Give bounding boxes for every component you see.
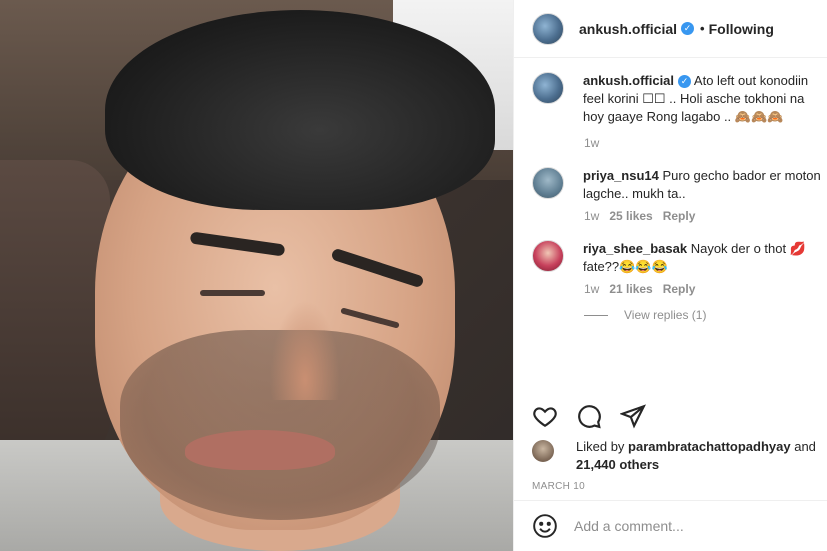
verified-icon: ✓ [678,75,692,88]
replies-divider [584,314,608,316]
comment-time[interactable]: 1w [584,282,599,296]
comment-box [514,500,827,551]
post-photo[interactable] [0,0,513,551]
comment-icon[interactable] [576,403,602,429]
post-actions [532,403,646,429]
reply-button[interactable]: Reply [663,209,696,223]
reply-button[interactable]: Reply [663,282,696,296]
comment-meta: 1w 25 likes Reply [584,209,827,223]
caption-time[interactable]: 1w [584,136,599,150]
comment-likes[interactable]: 21 likes [609,282,652,296]
post-date[interactable]: MARCH 10 [532,481,585,492]
photo-hair [105,10,495,210]
likes-summary: Liked by parambratachattopadhyay and 21,… [532,438,827,474]
view-replies-label: View replies (1) [624,308,707,322]
comment-likes[interactable]: 25 likes [609,209,652,223]
comment-text: priya_nsu14 Puro gecho bador er moton la… [583,167,827,203]
photo-mouth [185,430,335,470]
post-header: ankush.official ✓ • Following [514,0,827,58]
caption-avatar[interactable] [532,72,564,104]
comment-item: priya_nsu14 Puro gecho bador er moton la… [532,167,827,223]
author-avatar[interactable] [532,12,564,45]
caption: ankush.official ✓ Ato left out konodiin f… [532,72,827,150]
others-count[interactable]: 21,440 others [576,457,659,472]
comment-username[interactable]: riya_shee_basak [583,241,687,256]
photo-left-eye [200,290,265,296]
share-icon[interactable] [620,403,646,429]
following-button[interactable]: Following [709,21,774,37]
comment-item: riya_shee_basak Nayok der o thot 💋 fate?… [532,240,827,322]
comment-username[interactable]: priya_nsu14 [583,168,659,183]
comments-list: ankush.official ✓ Ato left out konodiin f… [514,58,827,388]
commenter-avatar[interactable] [532,167,564,199]
header-dot: • [700,21,705,36]
liked-by-prefix: Liked by [576,439,629,454]
add-comment-input[interactable] [574,518,794,534]
author-username[interactable]: ankush.official [579,21,677,37]
liked-by-suffix: and [790,439,816,454]
commenter-avatar[interactable] [532,240,564,272]
comment-time[interactable]: 1w [584,209,599,223]
photo-nose [270,300,340,400]
photo-cushion [0,160,110,460]
comment-meta: 1w 21 likes Reply [584,282,827,296]
comment-text: riya_shee_basak Nayok der o thot 💋 fate?… [583,240,827,276]
heart-icon[interactable] [532,403,558,429]
verified-icon: ✓ [681,22,695,35]
post-sidebar: ankush.official ✓ • Following ankush.off… [513,0,827,551]
caption-username[interactable]: ankush.official [583,73,674,88]
liker-username[interactable]: parambratachattopadhyay [628,439,791,454]
caption-text: ankush.official ✓ Ato left out konodiin f… [583,72,827,126]
liker-avatar[interactable] [532,440,554,462]
instagram-post: ankush.official ✓ • Following ankush.off… [0,0,827,551]
likes-text: Liked by parambratachattopadhyay and 21,… [576,438,827,474]
caption-meta: 1w [584,136,827,150]
emoji-icon[interactable] [532,513,558,539]
view-replies-button[interactable]: View replies (1) [584,308,827,322]
